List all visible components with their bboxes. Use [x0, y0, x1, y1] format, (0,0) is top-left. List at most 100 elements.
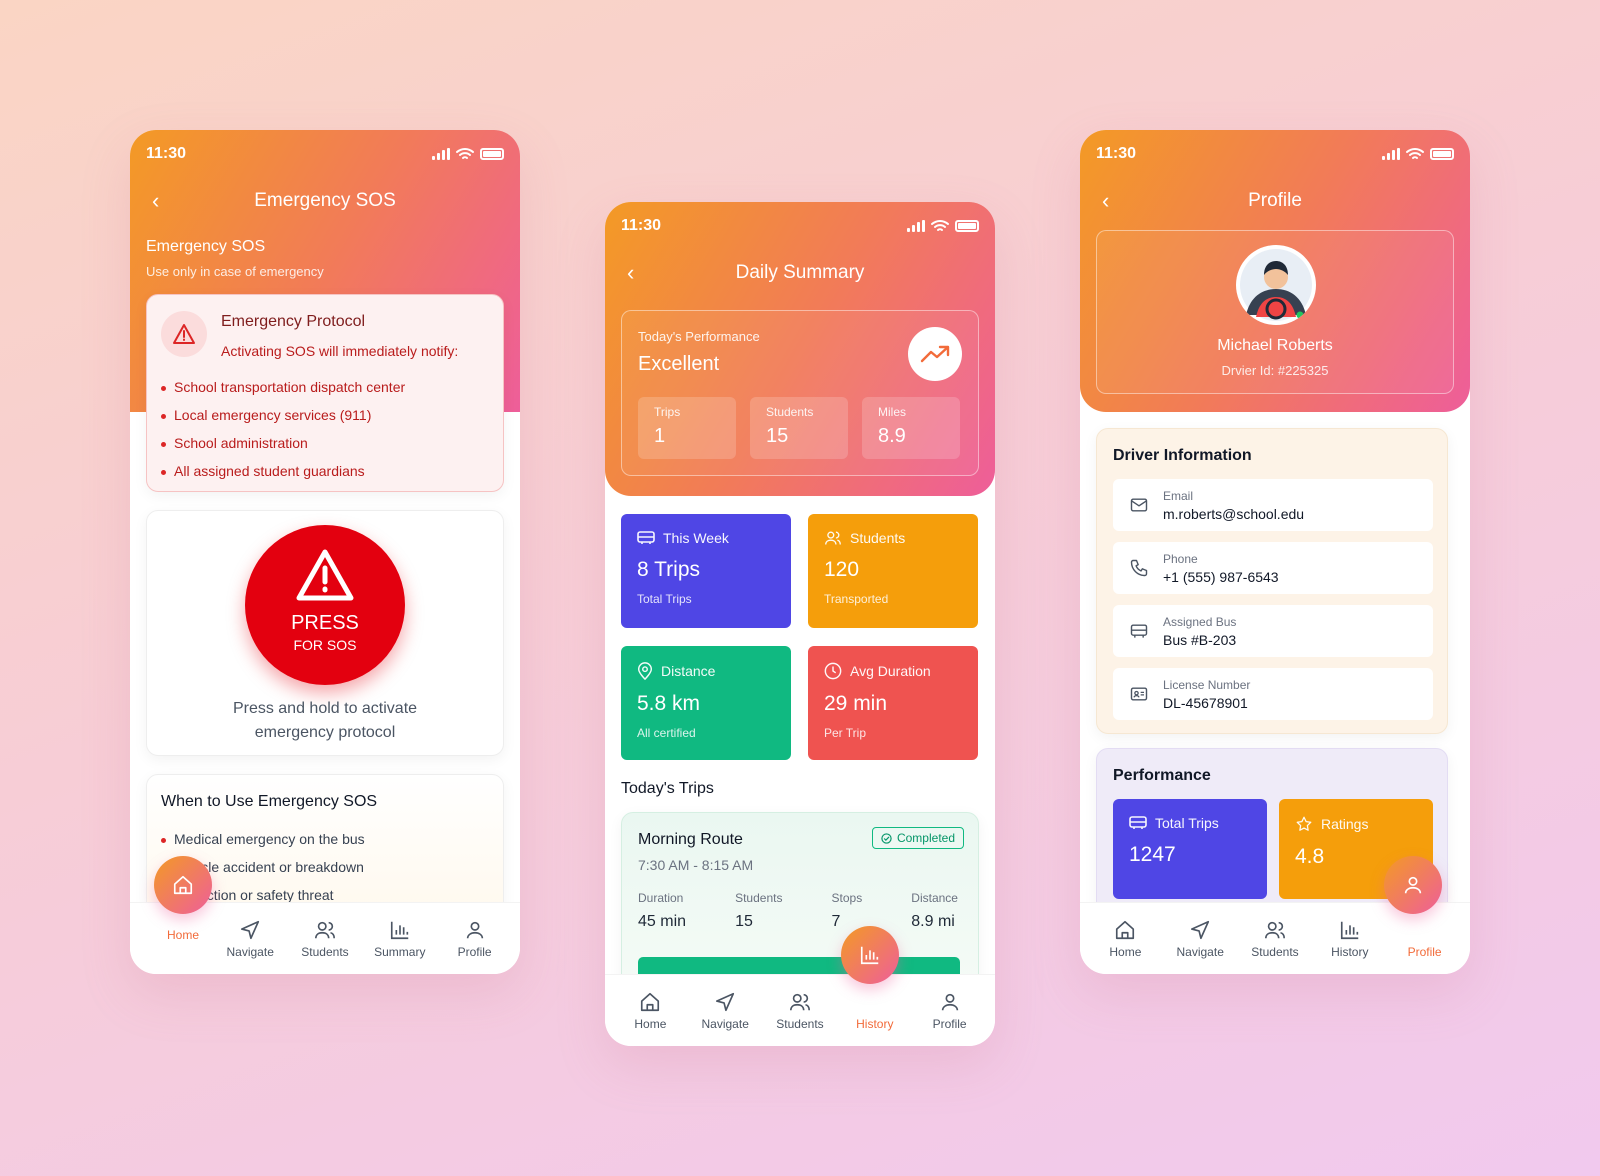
signal-icon	[907, 220, 925, 232]
info-assigned-bus: Assigned Bus Bus #B-203	[1113, 605, 1433, 657]
trending-up-icon	[908, 327, 962, 381]
clock-icon	[824, 662, 842, 680]
phone-profile: 11:30 ‹ Profile Michael Roberts Drvier I…	[1080, 130, 1470, 974]
battery-icon	[1430, 148, 1454, 160]
navigate-icon	[1191, 920, 1210, 939]
status-bar: 11:30	[1096, 144, 1454, 164]
status-bar: 11:30	[621, 216, 979, 236]
nav-profile[interactable]: Profile	[442, 919, 508, 959]
info-license: License Number DL-45678901	[1113, 668, 1433, 720]
trip-details: Duration 45 min Students 15 Stops 7 Distanc…	[638, 891, 958, 931]
users-icon	[1264, 921, 1285, 938]
stat-distance[interactable]: Distance 5.8 km All certified	[621, 646, 791, 760]
nav-navigate[interactable]: Navigate	[692, 991, 758, 1031]
protocol-card: Emergency Protocol Activating SOS will i…	[146, 294, 504, 492]
phone-icon	[1130, 559, 1148, 577]
bus-icon	[1130, 624, 1148, 638]
nav-students[interactable]: Students	[292, 919, 358, 959]
section-title: Driver Information	[1113, 447, 1252, 464]
perf-total-trips[interactable]: Total Trips 1247	[1113, 799, 1267, 899]
battery-icon	[955, 220, 979, 232]
users-icon	[789, 993, 810, 1010]
profile-fab-button[interactable]	[1384, 856, 1442, 914]
stat-students[interactable]: Students 120 Transported	[808, 514, 978, 628]
back-button[interactable]: ‹	[1102, 186, 1109, 216]
back-button[interactable]: ‹	[152, 186, 159, 216]
bus-icon	[637, 531, 655, 544]
chart-icon	[1340, 921, 1359, 939]
list-item: Medical emergency on the bus	[161, 831, 365, 847]
performance-value: Excellent	[638, 353, 720, 375]
navigate-icon	[716, 992, 735, 1011]
mini-stat-miles: Miles 8.9	[862, 397, 960, 459]
nav-history[interactable]: History	[842, 991, 908, 1031]
list-item: School administration	[161, 435, 405, 451]
trip-time: 7:30 AM - 8:15 AM	[638, 857, 754, 873]
mini-stat-trips: Trips 1	[638, 397, 736, 459]
wifi-icon	[456, 148, 474, 159]
wifi-icon	[1406, 148, 1424, 159]
home-fab-button[interactable]	[154, 856, 212, 914]
mini-stat-students: Students 15	[750, 397, 848, 459]
user-icon	[466, 921, 483, 938]
nav-navigate[interactable]: Navigate	[217, 919, 283, 959]
hold-instruction: Press and hold to activate emergency pro…	[232, 700, 418, 741]
nav-profile[interactable]: Profile	[1392, 919, 1458, 959]
home-icon	[173, 875, 193, 895]
history-fab-button[interactable]	[841, 926, 899, 984]
home-icon	[1116, 920, 1135, 939]
nav-navigate[interactable]: Navigate	[1167, 919, 1233, 959]
info-phone: Phone +1 (555) 987-6543	[1113, 542, 1433, 594]
back-button[interactable]: ‹	[627, 258, 634, 288]
trip-students: Students 15	[735, 891, 783, 930]
section-title: Performance	[1113, 767, 1211, 784]
chart-icon	[390, 921, 409, 939]
sos-card: PRESS FOR SOS Press and hold to activate…	[146, 510, 504, 756]
avatar	[1236, 245, 1316, 325]
trip-card[interactable]: Morning Route 7:30 AM - 8:15 AM Complete…	[621, 812, 979, 992]
nav-students[interactable]: Students	[1242, 919, 1308, 959]
status-time: 11:30	[621, 217, 662, 234]
list-item: All assigned student guardians	[161, 463, 405, 479]
home-icon	[641, 992, 660, 1011]
status-time: 11:30	[146, 145, 187, 162]
protocol-desc: Activating SOS will immediately notify:	[221, 343, 459, 359]
phone-daily-summary: 11:30 ‹ Daily Summary Today's Performanc…	[605, 202, 995, 1046]
stat-this-week[interactable]: This Week 8 Trips Total Trips	[621, 514, 791, 628]
warning-icon	[296, 549, 354, 600]
status-time: 11:30	[1096, 145, 1137, 162]
users-icon	[825, 531, 841, 545]
bottom-nav: Home Navigate Students History Profile	[605, 974, 995, 1046]
warning-icon	[161, 311, 207, 357]
users-icon	[314, 921, 335, 938]
star-icon	[1296, 816, 1312, 831]
section-heading: Emergency SOS	[146, 238, 266, 255]
list-item: School transportation dispatch center	[161, 379, 405, 395]
page-title: Emergency SOS	[254, 190, 396, 211]
mail-icon	[1130, 498, 1148, 512]
nav-summary[interactable]: Summary	[367, 919, 433, 959]
nav-history[interactable]: History	[1317, 919, 1383, 959]
phone-emergency-sos: 11:30 ‹ Emergency SOS Emergency SOS Use …	[130, 130, 520, 974]
driver-id: Drvier Id: #225325	[1221, 363, 1329, 378]
nav-home[interactable]: Home	[1092, 919, 1158, 959]
bus-icon	[1129, 816, 1147, 829]
page-title: Daily Summary	[735, 262, 865, 283]
trip-duration: Duration 45 min	[638, 891, 687, 930]
nav-students[interactable]: Students	[767, 991, 833, 1031]
sos-button-sublabel: FOR SOS	[293, 636, 357, 653]
battery-icon	[480, 148, 504, 160]
stat-avg-duration[interactable]: Avg Duration 29 min Per Trip	[808, 646, 978, 760]
trip-distance: Distance 8.9 mi	[911, 891, 958, 930]
trip-stops: Stops 7	[831, 891, 863, 930]
wifi-icon	[931, 220, 949, 231]
nav-profile[interactable]: Profile	[917, 991, 983, 1031]
protocol-title: Emergency Protocol	[221, 313, 366, 330]
driver-info-card: Driver Information Email m.roberts@school…	[1096, 428, 1448, 734]
sos-button[interactable]: PRESS FOR SOS	[245, 525, 405, 685]
nav-home[interactable]: Home	[617, 991, 683, 1031]
header: 11:30 ‹ Daily Summary Today's Performanc…	[605, 202, 995, 496]
when-title: When to Use Emergency SOS	[161, 793, 378, 810]
profile-card: Michael Roberts Drvier Id: #225325	[1096, 230, 1454, 394]
page-title: Profile	[1248, 190, 1302, 211]
